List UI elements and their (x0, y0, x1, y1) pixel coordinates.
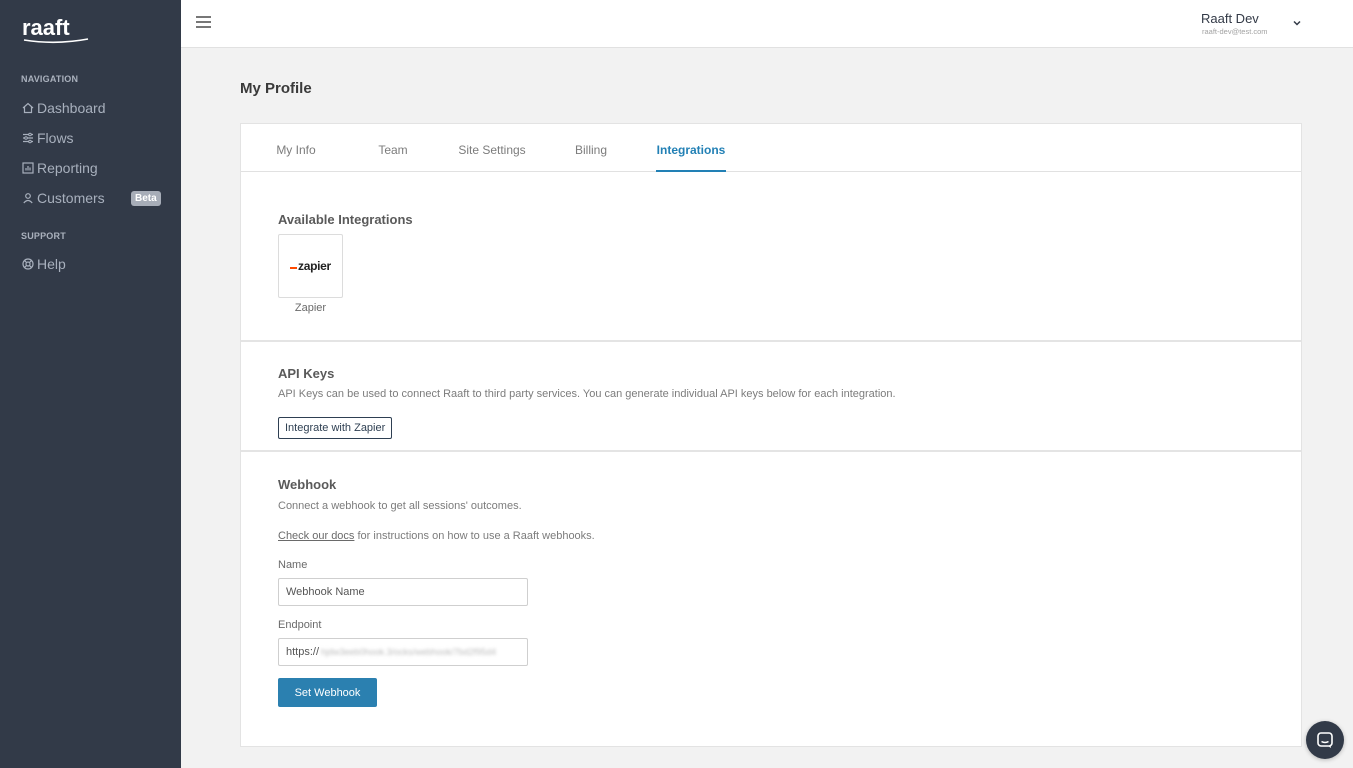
page-title: My Profile (240, 80, 312, 97)
help-icon (21, 257, 35, 271)
webhook-title: Webhook (278, 477, 337, 492)
user-email: raaft-dev@test.com (1202, 27, 1268, 36)
chat-launcher-button[interactable] (1306, 721, 1344, 759)
reporting-icon (21, 161, 35, 175)
tab-team[interactable]: Team (377, 124, 409, 172)
nav-section-support: SUPPORT (21, 231, 66, 241)
sidebar-item-reporting[interactable]: Reporting (0, 153, 181, 183)
endpoint-value-blurred: hjdw3eeb0hook.3/ocks/webhook/7bd2f95d4 (321, 647, 497, 657)
tab-integrations[interactable]: Integrations (656, 124, 726, 172)
zapier-caption: Zapier (294, 302, 327, 314)
raaft-logo[interactable]: raaft (22, 14, 90, 44)
chat-icon (1317, 732, 1333, 748)
menu-icon[interactable] (196, 16, 211, 30)
beta-badge: Beta (131, 191, 161, 206)
webhook-endpoint-input[interactable]: https:// hjdw3eeb0hook.3/ocks/webhook/7b… (278, 638, 528, 666)
sidebar: raaft NAVIGATION Dashboard Flows Reporti… (0, 0, 181, 768)
tab-bar: My Info Team Site Settings Billing Integ… (241, 124, 1301, 172)
chevron-down-icon[interactable] (1291, 17, 1303, 29)
section-divider (241, 340, 1301, 342)
endpoint-label: Endpoint (278, 619, 322, 631)
docs-line-text: for instructions on how to use a Raaft w… (354, 530, 595, 542)
zapier-logo-text: zapier (298, 259, 331, 273)
webhook-name-input[interactable] (278, 578, 528, 606)
flows-icon (21, 131, 35, 145)
zapier-logo: zapier (290, 259, 331, 273)
zapier-integration-tile[interactable]: zapier (278, 234, 343, 298)
name-label: Name (278, 559, 308, 571)
api-keys-description: API Keys can be used to connect Raaft to… (278, 388, 896, 400)
top-bar: Raaft Dev raaft-dev@test.com (181, 0, 1353, 48)
sidebar-item-label: Dashboard (37, 100, 106, 116)
sidebar-item-label: Customers (37, 190, 105, 206)
tab-billing[interactable]: Billing (574, 124, 608, 172)
nav-section-navigation: NAVIGATION (21, 74, 79, 84)
sidebar-item-flows[interactable]: Flows (0, 123, 181, 153)
webhook-docs-line: Check our docs for instructions on how t… (278, 530, 595, 542)
available-integrations-title: Available Integrations (278, 212, 413, 227)
webhook-description: Connect a webhook to get all sessions' o… (278, 500, 522, 512)
sidebar-item-dashboard[interactable]: Dashboard (0, 93, 181, 123)
user-name[interactable]: Raaft Dev (1201, 11, 1259, 26)
logo-text: raaft (22, 15, 70, 40)
tab-site-settings[interactable]: Site Settings (458, 124, 526, 172)
sidebar-item-help[interactable]: Help (0, 249, 181, 279)
home-icon (21, 101, 35, 115)
set-webhook-button[interactable]: Set Webhook (278, 678, 377, 707)
tab-my-info[interactable]: My Info (274, 124, 318, 172)
endpoint-prefix: https:// (286, 646, 320, 658)
api-keys-title: API Keys (278, 366, 335, 381)
check-docs-link[interactable]: Check our docs (278, 530, 354, 542)
section-divider (241, 450, 1301, 452)
profile-card: My Info Team Site Settings Billing Integ… (240, 123, 1302, 747)
sidebar-item-customers[interactable]: Customers Beta (0, 183, 181, 213)
integrate-with-zapier-button[interactable]: Integrate with Zapier (278, 417, 393, 439)
sidebar-item-label: Help (37, 256, 66, 272)
sidebar-item-label: Flows (37, 130, 74, 146)
sidebar-item-label: Reporting (37, 160, 98, 176)
user-icon (21, 191, 35, 205)
